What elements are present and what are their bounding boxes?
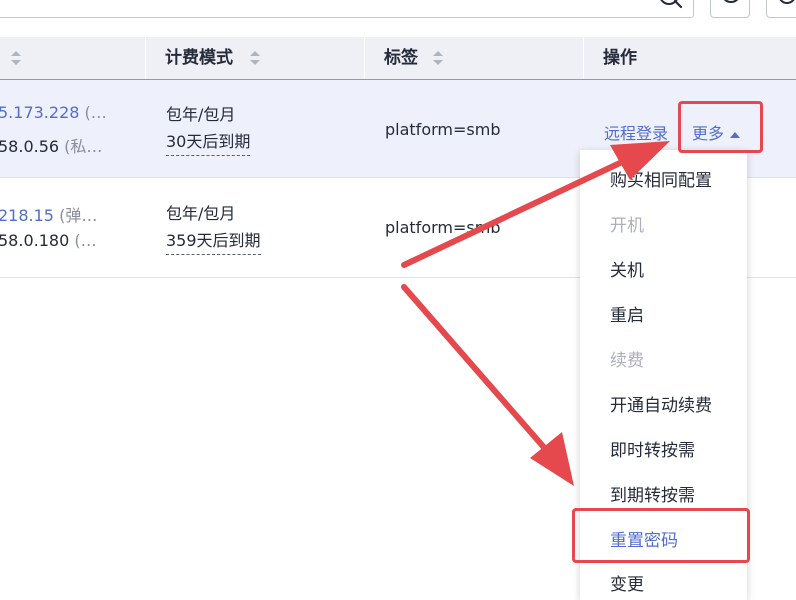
refresh-button[interactable] bbox=[710, 0, 750, 18]
public-ip-link[interactable]: 218.15 bbox=[0, 206, 54, 225]
expire-info[interactable]: 359天后到期 bbox=[166, 227, 261, 255]
menu-item-change[interactable]: 变更 bbox=[610, 570, 644, 595]
arrow-to-reset-password bbox=[401, 284, 574, 486]
billing-mode: 包年/包月 bbox=[166, 105, 236, 124]
sort-icon[interactable] bbox=[432, 50, 444, 66]
column-header-actions: 操作 bbox=[603, 48, 637, 68]
tag-value: platform=smb bbox=[385, 218, 501, 237]
menu-item-restart[interactable]: 重启 bbox=[610, 301, 644, 326]
table-header: 计费模式 标签 操作 bbox=[0, 37, 796, 80]
public-ip-suffix: (弹… bbox=[59, 206, 98, 225]
private-ip: 58.0.180 (… bbox=[0, 231, 97, 250]
private-ip-value: 58.0.180 bbox=[0, 231, 70, 250]
settings-icon bbox=[779, 0, 795, 4]
menu-item-renew: 续费 bbox=[610, 351, 644, 371]
sort-icon[interactable] bbox=[10, 50, 22, 66]
menu-item-buy-same-config[interactable]: 购买相同配置 bbox=[610, 166, 712, 191]
sort-icon[interactable] bbox=[249, 50, 261, 66]
menu-item-to-on-demand-now[interactable]: 即时转按需 bbox=[610, 436, 695, 461]
menu-item-power-on: 开机 bbox=[610, 216, 644, 236]
public-ip: 218.15 (弹… bbox=[0, 202, 97, 226]
public-ip: 5.173.228 (… bbox=[0, 103, 107, 122]
search-icon[interactable] bbox=[659, 0, 685, 17]
tag-value: platform=smb bbox=[385, 120, 501, 139]
private-ip-suffix: (私… bbox=[64, 137, 103, 156]
remote-login-link[interactable]: 远程登录 bbox=[604, 120, 668, 144]
menu-item-power-off[interactable]: 关机 bbox=[610, 256, 644, 281]
highlight-box-reset-password bbox=[572, 508, 750, 563]
private-ip-suffix: (… bbox=[74, 231, 97, 250]
refresh-icon bbox=[724, 0, 738, 3]
private-ip: 58.0.56 (私… bbox=[0, 133, 102, 157]
column-header-billing: 计费模式 bbox=[165, 48, 233, 68]
billing-mode: 包年/包月 bbox=[166, 204, 236, 223]
search-input[interactable] bbox=[0, 0, 694, 18]
expire-info[interactable]: 30天后到期 bbox=[166, 128, 251, 156]
highlight-box-more bbox=[678, 101, 763, 153]
private-ip-value: 58.0.56 bbox=[0, 137, 60, 156]
public-ip-suffix: (… bbox=[84, 103, 107, 122]
column-header-tag: 标签 bbox=[384, 48, 418, 68]
menu-item-enable-auto-renew[interactable]: 开通自动续费 bbox=[610, 391, 712, 416]
menu-item-to-on-demand-on-expiry[interactable]: 到期转按需 bbox=[610, 481, 695, 506]
settings-button[interactable] bbox=[766, 0, 796, 18]
public-ip-link[interactable]: 5.173.228 bbox=[0, 103, 79, 122]
